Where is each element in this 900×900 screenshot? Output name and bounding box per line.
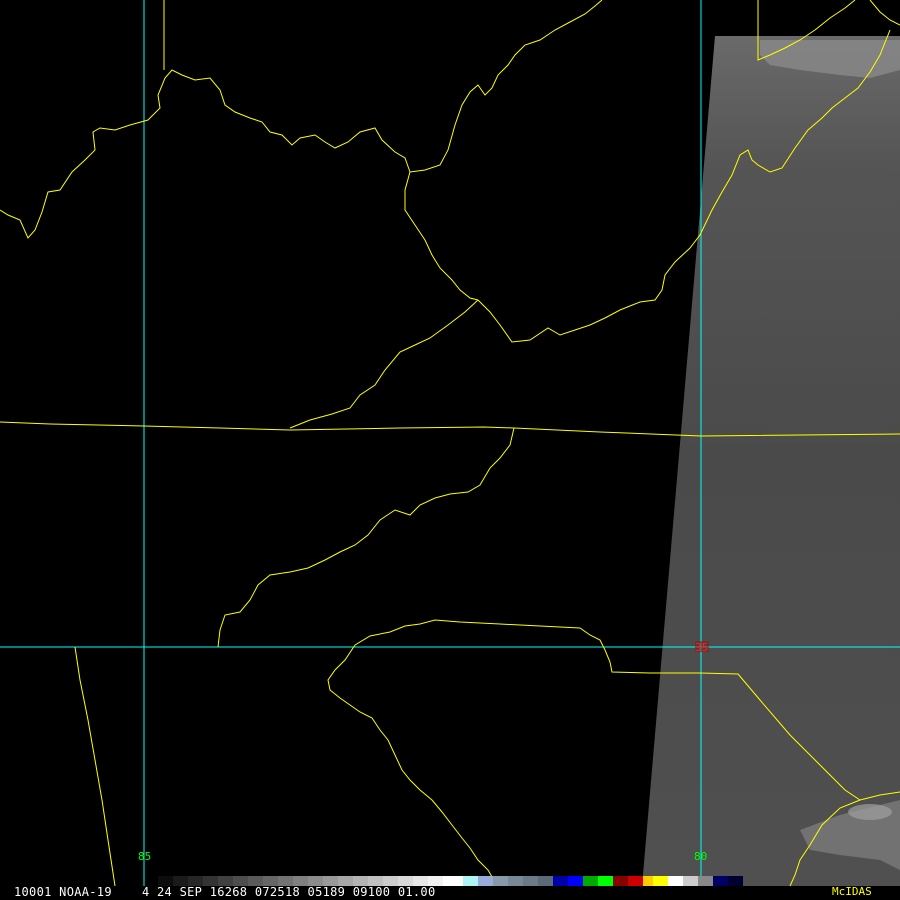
- line-element: 05189 09100: [307, 885, 391, 899]
- image-id: 0001: [21, 885, 52, 899]
- status-line: 10001 NOAA-19 4 24 SEP 16268 072518 0518…: [14, 885, 435, 899]
- boundary-ky-north: [0, 69, 411, 239]
- latitude-label-35: 35: [695, 641, 708, 654]
- boundary-sc-ga: [327, 644, 496, 883]
- mcidas-logo: McIDAS: [832, 885, 872, 898]
- boundary-ga-al: [74, 646, 116, 887]
- satellite-name: NOAA-19: [59, 885, 112, 899]
- boundary-ky-va: [404, 171, 479, 301]
- frame-number: 1: [14, 885, 22, 899]
- image-date: 24 SEP 16268: [157, 885, 248, 899]
- band-number: 4: [141, 885, 150, 899]
- boundary-top-right: [869, 0, 900, 26]
- longitude-label-85: 85: [138, 850, 151, 863]
- satellite-map: 85 80 35: [0, 0, 900, 887]
- longitude-label-80: 80: [694, 850, 707, 863]
- imagery-swath: [642, 36, 900, 886]
- boundary-nc-tn: [217, 427, 515, 648]
- magnification: 01.00: [397, 885, 436, 899]
- image-time: 072518: [254, 885, 301, 899]
- boundary-wv-va: [409, 0, 603, 173]
- boundary-tn-va: [289, 299, 479, 429]
- cloud-patch-small: [848, 804, 892, 820]
